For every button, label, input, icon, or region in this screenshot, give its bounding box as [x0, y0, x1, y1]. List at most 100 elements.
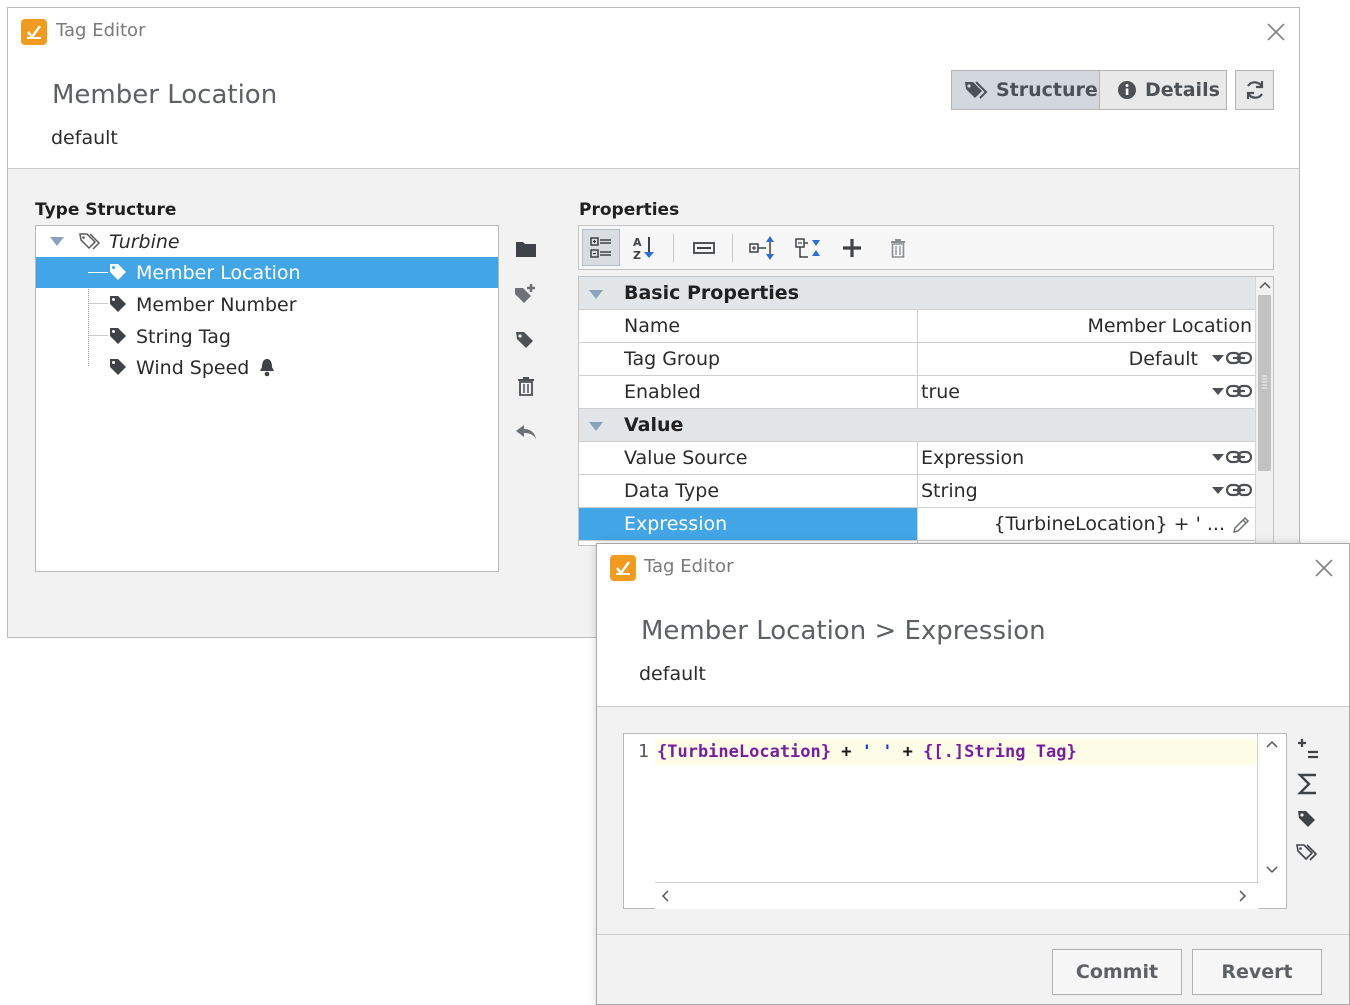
property-value: String [921, 480, 978, 502]
app-icon [21, 19, 47, 45]
property-value-cell[interactable]: {TurbineLocation} + ' ... [917, 508, 1255, 540]
details-button[interactable]: Details [1099, 70, 1227, 110]
add-member-button[interactable] [512, 280, 540, 308]
info-icon [1117, 80, 1137, 100]
dropdown-arrow-icon[interactable] [1212, 486, 1224, 494]
dropdown-arrow-icon[interactable] [1212, 453, 1224, 461]
categorized-view-button[interactable] [582, 229, 620, 266]
edit-pencil-icon[interactable] [1231, 515, 1251, 535]
scroll-up-icon[interactable] [1259, 281, 1271, 289]
property-value-cell[interactable]: Member Location [917, 310, 1255, 342]
category-value[interactable]: Value [579, 409, 1255, 442]
tree-node-turbine[interactable]: Turbine [36, 226, 498, 257]
property-value-cell[interactable]: true [917, 376, 1255, 408]
code-token-string: ' ' [861, 742, 893, 762]
property-row-name[interactable]: Name Member Location [579, 310, 1255, 343]
code-token-operator: + [892, 742, 924, 762]
expand-arrow-icon[interactable] [50, 237, 64, 246]
editor-header: Member Location default Structure Detail… [8, 56, 1299, 169]
insert-udt-property-button[interactable] [1295, 841, 1321, 867]
delete-button[interactable] [512, 372, 540, 400]
scroll-up-icon[interactable] [1266, 740, 1278, 748]
collapse-arrow-icon[interactable] [589, 290, 603, 299]
expand-all-button[interactable] [743, 229, 781, 266]
link-icon[interactable] [1226, 483, 1252, 497]
tag-icon [1298, 811, 1315, 827]
type-structure-label: Type Structure [35, 200, 177, 220]
revert-button[interactable]: Revert [1192, 949, 1322, 995]
add-udt-icon [515, 284, 535, 303]
insert-function-button[interactable] [1295, 771, 1321, 797]
new-folder-button[interactable] [512, 235, 540, 263]
property-value-cell[interactable]: Default [917, 343, 1255, 375]
tree-node-member-number[interactable]: Member Number [36, 289, 498, 320]
property-grid: Basic Properties Name Member Location Ta… [578, 276, 1274, 546]
dropdown-link-control[interactable] [1212, 384, 1252, 398]
property-value-cell[interactable]: String [917, 475, 1255, 507]
property-value-cell[interactable]: Expression [917, 442, 1255, 474]
dropdown-link-control[interactable] [1212, 351, 1252, 365]
structure-button[interactable]: Structure [951, 70, 1100, 110]
properties-label: Properties [579, 200, 680, 220]
tag-icon [110, 359, 126, 375]
trash-icon [891, 238, 905, 258]
property-row-data-type[interactable]: Data Type String [579, 475, 1255, 508]
scroll-down-icon[interactable] [1266, 866, 1278, 874]
footer-divider [597, 934, 1349, 935]
dropdown-link-control[interactable] [1212, 483, 1252, 497]
tags-icon [964, 80, 988, 100]
property-grid-scrollbar[interactable] [1255, 277, 1273, 545]
collapse-arrow-icon[interactable] [589, 422, 603, 431]
property-row-value-source[interactable]: Value Source Expression [579, 442, 1255, 475]
dropdown-arrow-icon[interactable] [1212, 354, 1224, 362]
tree-root-label: Turbine [109, 230, 180, 253]
tree-node-wind-speed[interactable]: Wind Speed [36, 352, 498, 383]
link-icon[interactable] [1226, 384, 1252, 398]
tree-node-label: String Tag [136, 325, 231, 348]
collapse-all-button[interactable] [789, 229, 827, 266]
delete-property-button[interactable] [879, 229, 917, 266]
undo-button[interactable] [512, 418, 540, 446]
add-property-button[interactable] [833, 229, 871, 266]
scrollbar-thumb[interactable] [1258, 295, 1271, 471]
expression-code[interactable]: {TurbineLocation} + ' ' + {[.]String Tag… [657, 739, 1077, 765]
scroll-left-icon[interactable] [661, 890, 669, 902]
property-value: Member Location [1087, 315, 1252, 337]
refresh-button[interactable] [1235, 70, 1274, 110]
close-icon[interactable] [1313, 557, 1335, 579]
svg-text:Z: Z [633, 249, 641, 261]
tag-provider: default [639, 663, 706, 685]
property-row-expression[interactable]: Expression {TurbineLocation} + ' ... [579, 508, 1255, 541]
code-token-reference: {TurbineLocation} [657, 742, 831, 762]
property-row-tag-group[interactable]: Tag Group Default [579, 343, 1255, 376]
dropdown-arrow-icon[interactable] [1212, 387, 1224, 395]
property-row-enabled[interactable]: Enabled true [579, 376, 1255, 409]
editor-header: Member Location > Expression default [597, 592, 1349, 707]
dropdown-link-control[interactable] [1212, 450, 1252, 464]
link-icon[interactable] [1226, 450, 1252, 464]
type-structure-tree: Turbine Member Location Member Number St… [35, 225, 499, 572]
description-toggle-button[interactable] [685, 229, 723, 266]
tag-icon [110, 328, 126, 344]
tree-node-string-tag[interactable]: String Tag [36, 321, 498, 352]
editor-vertical-scrollbar[interactable] [1257, 734, 1286, 882]
scroll-right-icon[interactable] [1239, 890, 1247, 902]
folder-icon [516, 242, 536, 257]
insert-tag-button[interactable] [1295, 806, 1321, 832]
details-label: Details [1145, 79, 1220, 101]
svg-text:A: A [633, 236, 642, 249]
editor-horizontal-scrollbar[interactable] [655, 882, 1259, 909]
tree-node-member-location[interactable]: Member Location [36, 257, 498, 288]
tag-button[interactable] [512, 326, 540, 354]
insert-operator-button[interactable] [1295, 736, 1321, 762]
property-value: true [921, 381, 960, 403]
expression-code-editor[interactable]: 1 {TurbineLocation} + ' ' + {[.]String T… [623, 733, 1287, 909]
title-bar: Tag Editor [8, 8, 1299, 56]
category-basic-properties[interactable]: Basic Properties [579, 277, 1255, 310]
commit-button[interactable]: Commit [1052, 949, 1182, 995]
close-icon[interactable] [1265, 21, 1287, 43]
property-name: Value Source [624, 447, 748, 469]
link-icon[interactable] [1226, 351, 1252, 365]
sort-alphabetical-button[interactable]: AZ [625, 229, 663, 266]
structure-label: Structure [996, 79, 1098, 101]
